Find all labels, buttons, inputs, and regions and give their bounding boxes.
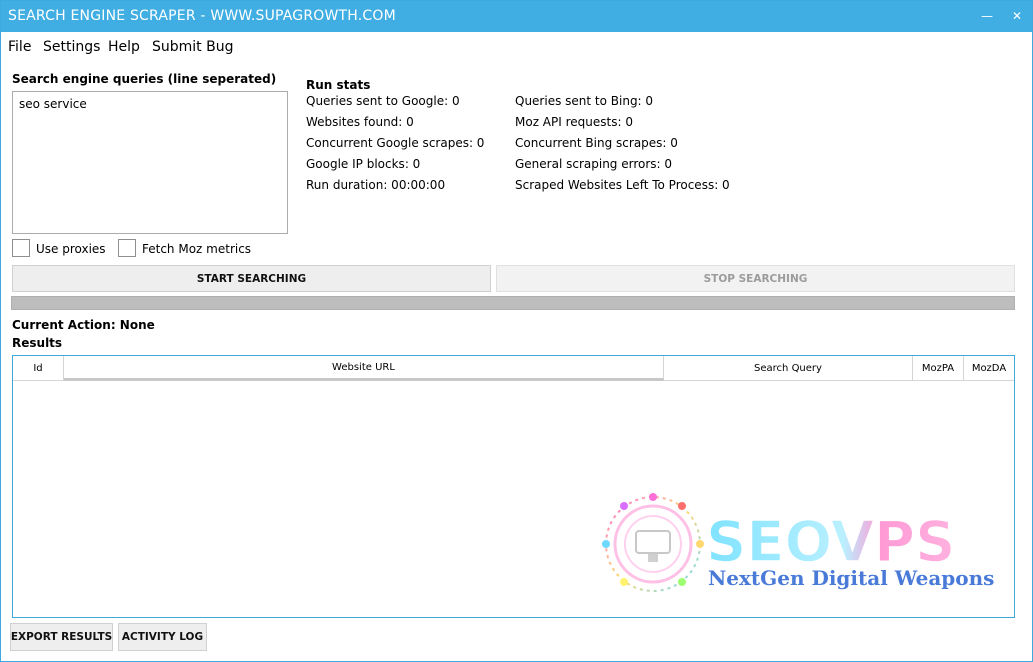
column-header-website-url[interactable]: Website URL [64,356,664,381]
close-button[interactable]: ✕ [1004,3,1030,29]
stat-websites-left: Scraped Websites Left To Process: 0 [515,178,730,192]
fetch-moz-checkbox[interactable] [118,239,136,257]
stat-moz-requests: Moz API requests: 0 [515,115,633,129]
menu-help[interactable]: Help [108,39,140,55]
column-header-id[interactable]: Id [13,356,64,381]
watermark-logo-icon [602,493,704,592]
stop-searching-button: STOP SEARCHING [496,265,1015,292]
stat-queries-bing: Queries sent to Bing: 0 [515,94,654,108]
queries-textarea[interactable]: seo service [12,91,288,234]
window-title: SEARCH ENGINE SCRAPER - WWW.SUPAGROWTH.C… [8,8,396,24]
export-results-button[interactable]: EXPORT RESULTS [10,623,113,651]
start-searching-button[interactable]: START SEARCHING [12,265,491,292]
use-proxies-label[interactable]: Use proxies [36,242,106,256]
stat-queries-google: Queries sent to Google: 0 [306,94,460,108]
column-header-mozda[interactable]: MozDA [964,356,1014,381]
column-header-mozpa[interactable]: MozPA [913,356,964,381]
activity-log-button[interactable]: ACTIVITY LOG [118,623,207,651]
stat-scraping-errors: General scraping errors: 0 [515,157,673,171]
stat-concurrent-google: Concurrent Google scrapes: 0 [306,136,485,150]
watermark-tagline: NextGen Digital Weapons [708,566,994,590]
title-bar[interactable]: SEARCH ENGINE SCRAPER - WWW.SUPAGROWTH.C… [1,1,1032,32]
results-label: Results [12,336,63,350]
queries-label: Search engine queries (line seperated) [12,72,277,86]
minimize-button[interactable]: — [974,3,1000,29]
stat-google-ip-blocks: Google IP blocks: 0 [306,157,421,171]
run-stats-title: Run stats [306,78,371,92]
app-window: SEARCH ENGINE SCRAPER - WWW.SUPAGROWTH.C… [0,0,1033,662]
menu-settings[interactable]: Settings [43,39,100,55]
current-action-label: Current Action: None [12,318,155,332]
column-header-search-query[interactable]: Search Query [664,356,913,381]
stat-websites-found: Websites found: 0 [306,115,414,129]
fetch-moz-label[interactable]: Fetch Moz metrics [142,242,251,256]
results-table-header: Id Website URL Search Query MozPA MozDA [13,356,1014,381]
use-proxies-checkbox[interactable] [12,239,30,257]
menu-submit-bug[interactable]: Submit Bug [152,39,233,55]
stat-run-duration: Run duration: 00:00:00 [306,178,446,192]
stat-concurrent-bing: Concurrent Bing scrapes: 0 [515,136,678,150]
menu-file[interactable]: File [8,39,31,55]
progress-bar [11,296,1015,310]
seovps-watermark: SEOVPS NextGen Digital Weapons [602,493,994,592]
